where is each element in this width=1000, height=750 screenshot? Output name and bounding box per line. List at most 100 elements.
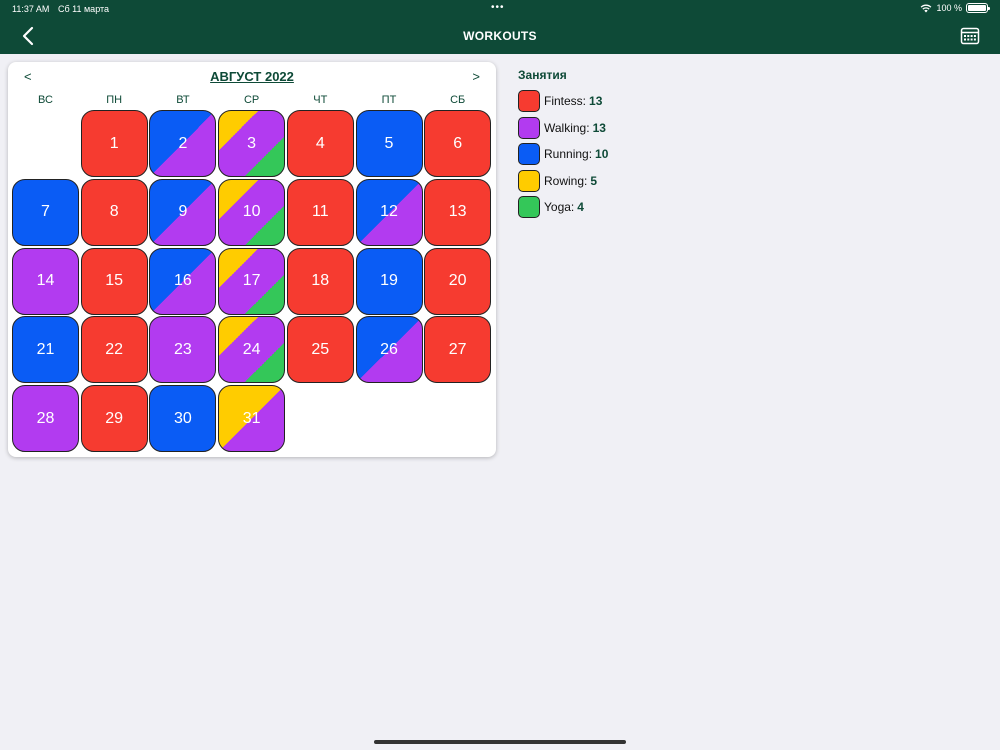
day-cell[interactable]: 20 (424, 247, 492, 315)
day-cell[interactable]: 17 (218, 247, 286, 315)
legend-swatch (518, 169, 540, 192)
day-number: 8 (109, 203, 119, 221)
day-cell[interactable]: 12 (355, 178, 423, 246)
legend-count: 13 (592, 120, 606, 135)
day-number: 4 (315, 134, 325, 152)
legend-label: Walking: (544, 120, 590, 135)
day-cell[interactable]: 3 (218, 110, 286, 177)
weekday-header: СР (243, 94, 260, 106)
day-number: 19 (380, 272, 398, 290)
day-cell[interactable]: 22 (80, 316, 148, 384)
day-number: 5 (384, 134, 394, 152)
day-cell[interactable]: 13 (424, 178, 492, 246)
day-number: 24 (242, 340, 261, 358)
legend-item-fitness: Fintess: 13 (518, 90, 608, 112)
day-cell[interactable]: 18 (286, 247, 354, 315)
legend-label: Yoga: (544, 200, 575, 214)
day-cell[interactable]: 25 (286, 316, 354, 384)
page-title: WORKOUTS (463, 29, 537, 43)
weekday-header: ВТ (176, 94, 190, 106)
day-number: 10 (242, 203, 261, 221)
day-cell[interactable]: 15 (80, 247, 148, 315)
day-cell[interactable]: 8 (80, 178, 148, 246)
day-number: 30 (173, 409, 192, 427)
day-number: 25 (311, 340, 330, 358)
day-cell[interactable]: 9 (149, 178, 217, 246)
weekday-header: ПН (106, 94, 123, 106)
next-month-button[interactable]: > (472, 69, 480, 84)
legend-swatch (518, 90, 540, 112)
day-number: 16 (173, 272, 192, 290)
activity-legend: Занятия Fintess: 13 Walking: 13 Running: 10 Ro… (518, 68, 608, 223)
day-number: 7 (41, 203, 50, 221)
home-indicator[interactable] (374, 740, 626, 744)
legend-label: Fintess: (544, 94, 587, 108)
day-cell[interactable]: 23 (149, 316, 217, 384)
day-number: 23 (173, 340, 192, 358)
day-number: 15 (105, 272, 124, 290)
calendar-button[interactable] (960, 26, 980, 46)
legend-swatch (518, 143, 540, 165)
legend-item-yoga: Yoga: 4 (518, 196, 608, 218)
navigation-bar: 11:37 AM Сб 11 марта ••• 100 % WORKOUTS (0, 0, 1000, 54)
legend-swatch (518, 196, 540, 218)
calendar-card: < АВГУСТ 2022 > ВС ПН ВТ СР ЧТ ПТ СБ 123456789… (8, 62, 496, 457)
day-number: 13 (448, 203, 467, 221)
legend-item-rowing: Rowing: 5 (518, 169, 608, 192)
day-number: 20 (448, 272, 467, 290)
calendar-icon (960, 27, 980, 45)
day-cell[interactable]: 16 (149, 247, 217, 315)
month-title[interactable]: АВГУСТ 2022 (8, 69, 496, 84)
day-number: 12 (380, 203, 398, 221)
day-cell[interactable]: 29 (80, 385, 148, 453)
day-cell[interactable]: 28 (12, 385, 79, 453)
day-number: 17 (242, 272, 261, 290)
weekday-header: СБ (450, 94, 466, 106)
day-number: 9 (178, 203, 188, 221)
legend-count: 5 (590, 173, 598, 188)
day-number: 2 (178, 134, 188, 152)
legend-item-running: Running: 10 (518, 143, 608, 165)
day-number: 21 (36, 340, 55, 358)
day-cell[interactable]: 31 (218, 385, 286, 453)
day-cell[interactable]: 7 (12, 178, 79, 246)
day-number: 31 (242, 409, 261, 427)
multitasking-dots[interactable]: ••• (491, 2, 505, 13)
day-cell[interactable]: 6 (424, 110, 492, 177)
day-number: 26 (380, 340, 398, 358)
day-cell[interactable]: 10 (218, 178, 286, 246)
day-cell[interactable]: 2 (149, 110, 217, 177)
legend-swatch (518, 116, 540, 139)
legend-label: Rowing: (544, 173, 588, 188)
wifi-icon (921, 4, 932, 12)
day-cell[interactable]: 30 (149, 385, 217, 453)
battery-icon (966, 3, 990, 13)
day-number: 14 (36, 272, 55, 290)
status-right: 100 % (920, 3, 990, 13)
day-cell[interactable]: 1 (80, 110, 148, 177)
day-number: 1 (109, 134, 119, 152)
day-number: 6 (453, 134, 463, 152)
day-number: 22 (105, 340, 124, 358)
legend-count: 10 (595, 147, 609, 161)
day-cell[interactable]: 24 (218, 316, 286, 384)
battery-percent: 100 % (936, 3, 962, 13)
day-cell[interactable]: 11 (286, 178, 354, 246)
day-number: 28 (36, 409, 55, 427)
day-number: 18 (311, 272, 330, 290)
day-cell[interactable]: 5 (355, 110, 423, 177)
status-date: Сб 11 марта (58, 4, 110, 14)
day-cell[interactable]: 4 (286, 110, 354, 177)
legend-title: Занятия (518, 68, 567, 82)
legend-label: Running: (544, 147, 593, 161)
day-cell[interactable]: 27 (424, 316, 492, 384)
legend-list: Fintess: 13 Walking: 13 Running: 10 Rowing: 5 Yo… (518, 90, 608, 218)
day-cell[interactable]: 21 (12, 316, 79, 384)
day-cell[interactable]: 19 (355, 247, 423, 315)
legend-item-walking: Walking: 13 (518, 116, 608, 139)
weekday-header: ЧТ (313, 94, 328, 106)
legend-count: 4 (577, 200, 584, 214)
day-cell[interactable]: 26 (355, 316, 423, 384)
day-cell[interactable]: 14 (12, 247, 79, 315)
weekday-header: ПТ (381, 94, 397, 106)
